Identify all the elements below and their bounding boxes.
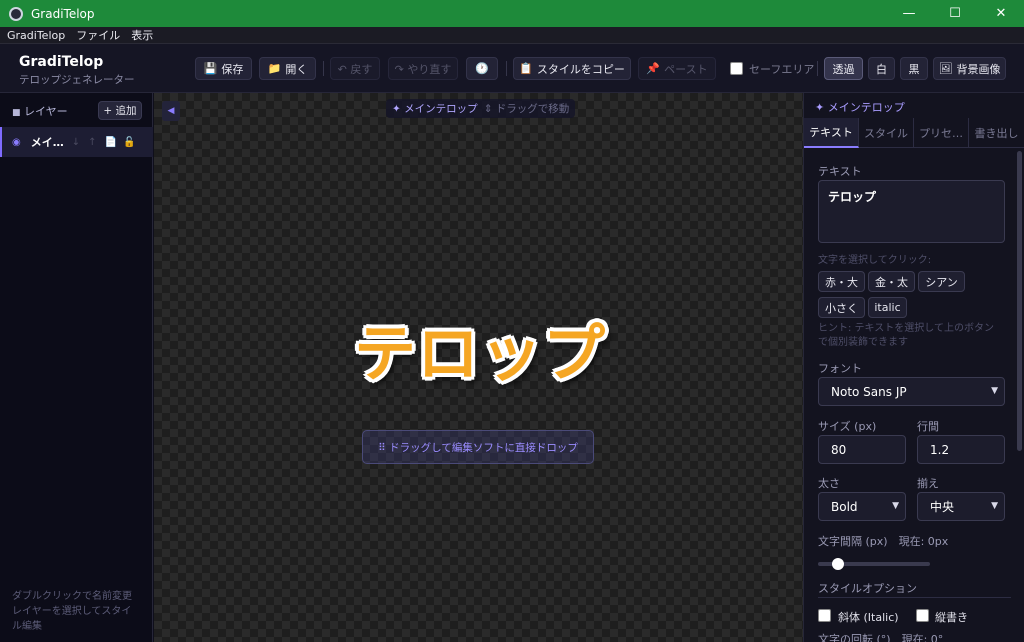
brand-name: GradiTelop: [19, 54, 104, 70]
paste-button[interactable]: 📌 ペースト: [638, 57, 716, 80]
align-select[interactable]: 中央 ▼: [917, 492, 1005, 521]
redo-button[interactable]: ↷ やり直す: [388, 57, 458, 80]
history-button[interactable]: 🕐: [466, 57, 498, 80]
rotation-label: 文字の回転 (°) 現在: 0°: [818, 633, 944, 642]
chip-red-large[interactable]: 赤・大: [818, 271, 865, 292]
bg-white-button[interactable]: 白: [868, 57, 895, 80]
panel-scrollbar[interactable]: [1017, 151, 1022, 451]
chip-italic[interactable]: italic: [868, 297, 907, 318]
folder-icon: 📁: [267, 62, 282, 75]
chip-cyan[interactable]: シアン: [918, 271, 965, 292]
triangle-left-icon: ◀: [167, 106, 175, 116]
menu-view[interactable]: 表示: [131, 27, 153, 43]
tab-export[interactable]: 書き出し: [969, 118, 1024, 148]
minimize-button[interactable]: —: [886, 0, 932, 27]
window-controls: — ☐ ✕: [886, 0, 1024, 27]
image-icon: 🖼: [938, 62, 953, 75]
italic-checkbox[interactable]: [818, 609, 831, 622]
layer-name: メイ…: [30, 136, 64, 149]
panel-title: ✦ メインテロップ: [815, 101, 905, 114]
window-title: GradiTelop: [31, 6, 95, 21]
safe-area-label: セーフエリア: [749, 63, 815, 76]
bg-black-button[interactable]: 黒: [900, 57, 928, 80]
drag-drop-button[interactable]: ⠿ ドラッグして編集ソフトに直接ドロップ: [362, 430, 594, 464]
save-button[interactable]: 💾 保存: [195, 57, 252, 80]
properties-panel: ✦ メインテロップ テキスト スタイル プリセ… 書き出し テキスト テロップ …: [803, 93, 1024, 642]
preview-canvas[interactable]: ◀ ✦ メインテロップ ⇕ ドラッグで移動 テロップ ⠿ ドラッグして編集ソフト…: [154, 93, 803, 642]
copy-style-button[interactable]: 📋 スタイルをコピー: [513, 57, 631, 80]
folder-icon: ■: [12, 108, 21, 118]
header: GradiTelop テロップジェネレーター 💾 保存 📁 開く ↶ 戻す ↷ …: [0, 44, 1024, 93]
line-height-input[interactable]: 1.2: [917, 435, 1005, 464]
safe-area-checkbox[interactable]: [730, 62, 743, 75]
vertical-label: 縦書き: [935, 611, 968, 624]
section-divider: [818, 597, 1011, 598]
chevron-down-icon: ▼: [892, 501, 899, 511]
weight-label: 太さ: [818, 477, 840, 490]
pin-icon: 📌: [646, 62, 661, 75]
italic-label: 斜体 (Italic): [838, 611, 899, 624]
lock-icon[interactable]: 🔓: [123, 137, 135, 148]
layers-panel: ■ レイヤー + 追加 ◉ メイ… ↓ ↑ 📄 🔓 ダブルクリックで名前変更 レ…: [0, 93, 153, 642]
collapse-sidebar-button[interactable]: ◀: [162, 101, 180, 121]
size-input[interactable]: 80: [818, 435, 906, 464]
align-label: 揃え: [917, 477, 939, 490]
toolbar-divider: [506, 61, 507, 76]
move-down-icon[interactable]: ↓: [72, 137, 80, 148]
spacing-slider-thumb[interactable]: [832, 558, 844, 570]
decoration-hint: ヒント: テキストを選択して上のボタン で個別装飾できます: [818, 323, 994, 348]
size-label: サイズ (px): [818, 420, 877, 433]
bg-image-button[interactable]: 🖼 背景画像: [933, 57, 1006, 80]
telop-text[interactable]: テロップ: [354, 303, 606, 393]
tab-text[interactable]: テキスト: [804, 118, 859, 148]
line-height-label: 行間: [917, 420, 939, 433]
menu-file[interactable]: ファイル: [76, 27, 120, 43]
chevron-down-icon: ▼: [991, 386, 998, 396]
bg-transparent-button[interactable]: 透過: [824, 57, 863, 80]
layers-hint: ダブルクリックで名前変更 レイヤーを選択してスタイ ル編集: [12, 591, 132, 632]
clock-icon: 🕐: [475, 62, 489, 75]
select-hint: 文字を選択してクリック:: [818, 255, 932, 266]
spacing-label: 文字間隔 (px) 現在: 0px: [818, 535, 949, 548]
chip-gold-bold[interactable]: 金・太: [868, 271, 915, 292]
chip-smaller[interactable]: 小さく: [818, 297, 865, 318]
menu-bar: GradiTelop ファイル 表示: [0, 27, 1024, 44]
text-input[interactable]: テロップ: [818, 180, 1005, 243]
canvas-layer-tag: ✦ メインテロップ ⇕ ドラッグで移動: [386, 99, 576, 118]
brand: GradiTelop テロップジェネレーター: [19, 54, 135, 87]
chevron-down-icon: ▼: [991, 501, 998, 511]
brand-subtitle: テロップジェネレーター: [19, 74, 135, 86]
app-icon: [9, 6, 23, 21]
style-options-label: スタイルオプション: [818, 582, 917, 595]
move-up-icon[interactable]: ↑: [88, 137, 96, 148]
font-label: フォント: [818, 362, 862, 375]
duplicate-icon[interactable]: 📄: [105, 137, 117, 148]
layers-title: ■ レイヤー: [12, 105, 68, 118]
toolbar-divider: [323, 61, 324, 76]
menu-app[interactable]: GradiTelop: [7, 29, 65, 42]
undo-button[interactable]: ↶ 戻す: [330, 57, 380, 80]
tab-style[interactable]: スタイル: [859, 118, 914, 148]
font-select[interactable]: Noto Sans JP ▼: [818, 377, 1005, 406]
text-label: テキスト: [818, 165, 862, 178]
tab-preset[interactable]: プリセ…: [914, 118, 969, 148]
weight-select[interactable]: Bold ▼: [818, 492, 906, 521]
eye-icon[interactable]: ◉: [12, 137, 21, 148]
layer-item[interactable]: ◉ メイ… ↓ ↑ 📄 🔓: [0, 127, 153, 157]
title-bar: GradiTelop — ☐ ✕: [0, 0, 1024, 27]
add-layer-button[interactable]: + 追加: [98, 101, 142, 120]
vertical-checkbox[interactable]: [916, 609, 929, 622]
close-button[interactable]: ✕: [978, 0, 1024, 27]
clipboard-icon: 📋: [519, 62, 533, 75]
panel-tabs: テキスト スタイル プリセ… 書き出し: [804, 118, 1024, 148]
open-button[interactable]: 📁 開く: [259, 57, 316, 80]
maximize-button[interactable]: ☐: [932, 0, 978, 27]
floppy-icon: 💾: [203, 62, 218, 75]
toolbar-divider: [817, 61, 818, 76]
